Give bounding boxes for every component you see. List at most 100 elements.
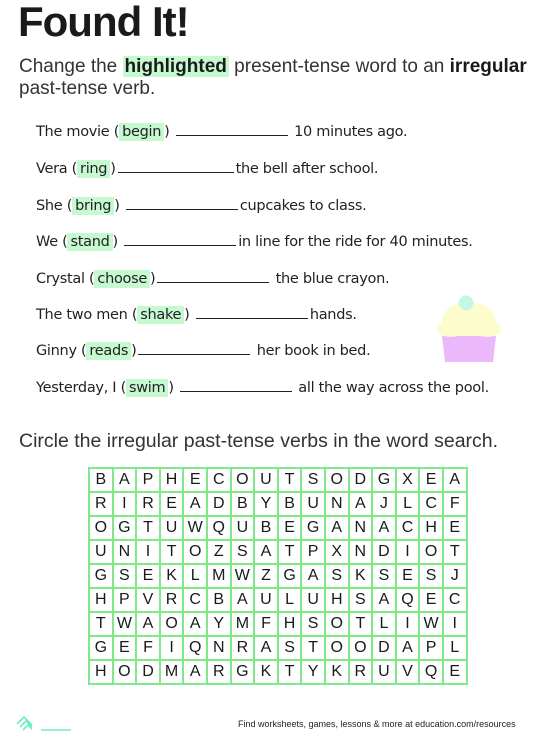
grid-letter[interactable]: L bbox=[371, 611, 397, 637]
grid-letter[interactable]: O bbox=[111, 659, 138, 685]
grid-letter[interactable]: F bbox=[253, 611, 279, 637]
grid-letter[interactable]: E bbox=[441, 515, 468, 541]
grid-letter[interactable]: Q bbox=[205, 515, 232, 541]
grid-letter[interactable]: A bbox=[441, 467, 468, 493]
grid-letter[interactable]: T bbox=[135, 515, 161, 541]
grid-letter[interactable]: R bbox=[135, 491, 161, 517]
grid-letter[interactable]: K bbox=[347, 563, 374, 589]
answer-blank[interactable] bbox=[175, 124, 288, 136]
grid-letter[interactable]: A bbox=[135, 611, 161, 637]
grid-letter[interactable]: O bbox=[182, 539, 208, 565]
grid-letter[interactable]: A bbox=[182, 491, 208, 517]
grid-letter[interactable]: A bbox=[300, 563, 326, 589]
grid-letter[interactable]: B bbox=[205, 587, 232, 613]
grid-letter[interactable]: D bbox=[347, 467, 374, 493]
grid-letter[interactable]: H bbox=[88, 587, 114, 613]
grid-letter[interactable]: L bbox=[276, 587, 303, 613]
grid-letter[interactable]: C bbox=[182, 587, 208, 613]
answer-blank[interactable] bbox=[138, 343, 251, 355]
grid-letter[interactable]: V bbox=[394, 659, 421, 685]
grid-letter[interactable]: H bbox=[88, 659, 114, 685]
grid-letter[interactable]: I bbox=[135, 539, 161, 565]
grid-letter[interactable]: O bbox=[88, 515, 114, 541]
grid-letter[interactable]: H bbox=[418, 515, 444, 541]
grid-letter[interactable]: D bbox=[371, 635, 397, 661]
grid-letter[interactable]: U bbox=[88, 539, 114, 565]
grid-letter[interactable]: W bbox=[229, 563, 256, 589]
grid-letter[interactable]: R bbox=[88, 491, 114, 517]
answer-blank[interactable] bbox=[195, 307, 308, 319]
grid-letter[interactable]: W bbox=[182, 515, 208, 541]
grid-letter[interactable]: P bbox=[300, 539, 326, 565]
grid-letter[interactable]: I bbox=[394, 539, 421, 565]
footer-link[interactable]: Find worksheets, games, lessons & more a… bbox=[238, 719, 516, 729]
grid-letter[interactable]: D bbox=[205, 491, 232, 517]
grid-letter[interactable]: O bbox=[323, 635, 350, 661]
grid-letter[interactable]: A bbox=[182, 659, 208, 685]
grid-letter[interactable]: O bbox=[323, 611, 350, 637]
grid-letter[interactable]: Y bbox=[253, 491, 279, 517]
grid-letter[interactable]: R bbox=[347, 659, 374, 685]
grid-letter[interactable]: J bbox=[441, 563, 468, 589]
grid-letter[interactable]: E bbox=[182, 467, 208, 493]
grid-letter[interactable]: D bbox=[135, 659, 161, 685]
answer-blank[interactable] bbox=[124, 234, 237, 246]
grid-letter[interactable]: I bbox=[111, 491, 138, 517]
grid-letter[interactable]: R bbox=[158, 587, 185, 613]
grid-letter[interactable]: B bbox=[276, 491, 303, 517]
grid-letter[interactable]: Z bbox=[205, 539, 232, 565]
grid-letter[interactable]: A bbox=[253, 635, 279, 661]
grid-letter[interactable]: F bbox=[441, 491, 468, 517]
grid-letter[interactable]: R bbox=[229, 635, 256, 661]
grid-letter[interactable]: C bbox=[394, 515, 421, 541]
grid-letter[interactable]: Y bbox=[205, 611, 232, 637]
grid-letter[interactable]: R bbox=[205, 659, 232, 685]
grid-letter[interactable]: G bbox=[371, 467, 397, 493]
grid-letter[interactable]: Q bbox=[394, 587, 421, 613]
grid-letter[interactable]: E bbox=[418, 587, 444, 613]
grid-letter[interactable]: T bbox=[441, 539, 468, 565]
grid-letter[interactable]: T bbox=[88, 611, 114, 637]
grid-letter[interactable]: B bbox=[253, 515, 279, 541]
grid-letter[interactable]: A bbox=[182, 611, 208, 637]
grid-letter[interactable]: S bbox=[371, 563, 397, 589]
grid-letter[interactable]: Q bbox=[418, 659, 444, 685]
grid-letter[interactable]: U bbox=[229, 515, 256, 541]
answer-blank[interactable] bbox=[180, 380, 292, 392]
grid-letter[interactable]: O bbox=[347, 635, 374, 661]
grid-letter[interactable]: A bbox=[229, 587, 256, 613]
grid-letter[interactable]: G bbox=[276, 563, 303, 589]
grid-letter[interactable]: P bbox=[111, 587, 138, 613]
grid-letter[interactable]: Q bbox=[182, 635, 208, 661]
grid-letter[interactable]: D bbox=[371, 539, 397, 565]
grid-letter[interactable]: T bbox=[158, 539, 185, 565]
grid-letter[interactable]: S bbox=[229, 539, 256, 565]
grid-letter[interactable]: G bbox=[88, 563, 114, 589]
grid-letter[interactable]: U bbox=[300, 491, 326, 517]
grid-letter[interactable]: S bbox=[418, 563, 444, 589]
grid-letter[interactable]: I bbox=[441, 611, 468, 637]
grid-letter[interactable]: T bbox=[276, 539, 303, 565]
grid-letter[interactable]: A bbox=[371, 515, 397, 541]
grid-letter[interactable]: F bbox=[135, 635, 161, 661]
grid-letter[interactable]: S bbox=[111, 563, 138, 589]
grid-letter[interactable]: Y bbox=[300, 659, 326, 685]
grid-letter[interactable]: T bbox=[276, 467, 303, 493]
answer-blank[interactable] bbox=[157, 271, 270, 283]
grid-letter[interactable]: S bbox=[276, 635, 303, 661]
grid-letter[interactable]: H bbox=[158, 467, 185, 493]
grid-letter[interactable]: B bbox=[229, 491, 256, 517]
grid-letter[interactable]: A bbox=[371, 587, 397, 613]
answer-blank[interactable] bbox=[125, 198, 238, 210]
grid-letter[interactable]: E bbox=[394, 563, 421, 589]
grid-letter[interactable]: W bbox=[418, 611, 444, 637]
grid-letter[interactable]: U bbox=[300, 587, 326, 613]
grid-letter[interactable]: H bbox=[276, 611, 303, 637]
grid-letter[interactable]: G bbox=[300, 515, 326, 541]
grid-letter[interactable]: N bbox=[347, 515, 374, 541]
grid-letter[interactable]: T bbox=[276, 659, 303, 685]
grid-letter[interactable]: G bbox=[229, 659, 256, 685]
grid-letter[interactable]: O bbox=[158, 611, 185, 637]
grid-letter[interactable]: K bbox=[158, 563, 185, 589]
grid-letter[interactable]: L bbox=[394, 491, 421, 517]
